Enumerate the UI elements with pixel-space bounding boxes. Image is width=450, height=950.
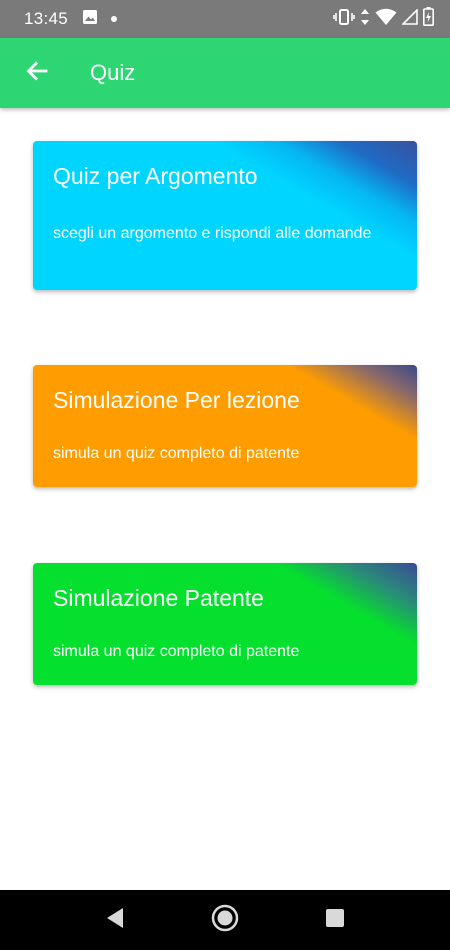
- app-bar: Quiz: [0, 38, 450, 108]
- status-left-icons: [82, 9, 118, 30]
- image-icon: [82, 9, 98, 30]
- vibrate-icon: [333, 8, 355, 31]
- card-description: scegli un argomento e rispondi alle doma…: [53, 225, 372, 242]
- status-bar: 13:45: [0, 0, 450, 38]
- recents-square-icon: [325, 908, 345, 933]
- page-title: Quiz: [90, 60, 136, 85]
- battery-icon: [423, 7, 434, 31]
- system-nav-bar: [0, 890, 450, 950]
- card-title: Quiz per Argomento: [53, 163, 258, 189]
- wifi-icon: [375, 8, 397, 31]
- status-time: 13:45: [24, 9, 69, 28]
- nav-home-button[interactable]: [205, 900, 245, 940]
- card-description: simula un quiz completo di patente: [53, 643, 300, 660]
- arrow-left-icon: [25, 59, 49, 88]
- data-arrows-icon: [360, 8, 370, 31]
- home-circle-icon: [211, 904, 239, 937]
- card-simulazione-patente[interactable]: Simulazione Patente simula un quiz compl…: [33, 563, 417, 685]
- nav-back-button[interactable]: [95, 900, 135, 940]
- back-button[interactable]: [20, 56, 54, 90]
- signal-icon: [401, 7, 418, 30]
- nav-recents-button[interactable]: [315, 900, 355, 940]
- card-simulazione-per-lezione[interactable]: Simulazione Per lezione simula un quiz c…: [33, 365, 417, 487]
- card-quiz-per-argomento[interactable]: Quiz per Argomento scegli un argomento e…: [33, 141, 417, 290]
- dot-icon: [110, 10, 118, 28]
- card-title: Simulazione Per lezione: [53, 387, 300, 413]
- status-right-icons: [333, 7, 434, 31]
- card-description: simula un quiz completo di patente: [53, 445, 300, 462]
- card-title: Simulazione Patente: [53, 585, 264, 611]
- back-triangle-icon: [105, 907, 125, 934]
